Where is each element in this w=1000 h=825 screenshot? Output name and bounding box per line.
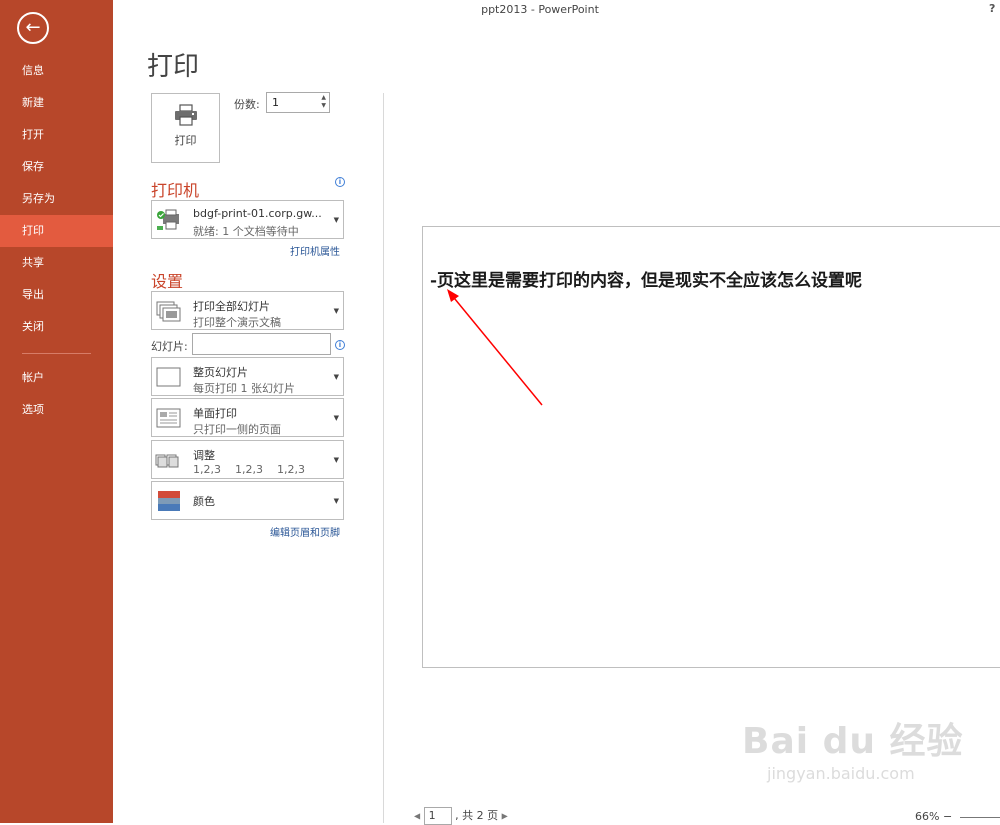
layout-dropdown[interactable]: 整页幻灯片 每页打印 1 张幻灯片 ▼ [151, 357, 344, 396]
sides-title: 单面打印 [193, 407, 237, 420]
nav-item-share[interactable]: 共享 [0, 247, 113, 279]
baidu-watermark: Bai du 经验 jingyan.baidu.com [742, 712, 964, 783]
watermark-logo: Bai du 经验 [742, 721, 964, 762]
collated-icon [155, 454, 179, 467]
nav-item-info[interactable]: 信息 [0, 55, 113, 87]
nav-separator [22, 353, 91, 354]
print-button-label: 打印 [174, 134, 197, 147]
zoom-slider[interactable] [959, 816, 1000, 818]
page-navigator: ◀ 1 , 共 2 页 ▶ [414, 807, 508, 825]
all-slides-icon [156, 301, 181, 321]
page-title: 打印 [147, 52, 200, 82]
color-swatch-icon [158, 490, 180, 511]
nav-item-print[interactable]: 打印 [0, 215, 113, 247]
sides-sub: 只打印一侧的页面 [193, 423, 281, 436]
page-total: , 共 2 页 [455, 809, 499, 822]
slides-input[interactable] [192, 333, 331, 355]
layout-sub: 每页打印 1 张幻灯片 [193, 382, 295, 395]
printer-icon [174, 104, 197, 126]
help-icon[interactable]: ? [989, 2, 995, 15]
print-range-sub: 打印整个演示文稿 [193, 316, 281, 329]
printer-ready-icon [157, 209, 179, 230]
zoom-control: 66% − [915, 810, 1000, 823]
printer-properties-link[interactable]: 打印机属性 [290, 243, 340, 258]
printer-dropdown[interactable]: bdgf-print-01.corp.gw... 就绪: 1 个文档等待中 ▼ [151, 200, 344, 239]
chevron-down-icon: ▼ [333, 496, 339, 505]
collate-sub: 1,2,3 1,2,3 1,2,3 [193, 463, 305, 476]
chevron-down-icon: ▼ [333, 413, 339, 422]
print-range-dropdown[interactable]: 打印全部幻灯片 打印整个演示文稿 ▼ [151, 291, 344, 330]
red-arrow-annotation [447, 289, 543, 406]
panel-divider [383, 93, 384, 823]
collate-dropdown[interactable]: 调整 1,2,3 1,2,3 1,2,3 ▼ [151, 440, 344, 479]
nav-item-options[interactable]: 选项 [0, 394, 113, 426]
chevron-down-icon: ▼ [333, 372, 339, 381]
nav-item-save-as[interactable]: 另存为 [0, 183, 113, 215]
copies-value: 1 [272, 96, 279, 109]
nav-item-open[interactable]: 打开 [0, 119, 113, 151]
print-range-title: 打印全部幻灯片 [193, 300, 270, 313]
zoom-out-button[interactable]: − [943, 810, 952, 823]
nav-item-new[interactable]: 新建 [0, 87, 113, 119]
chevron-down-icon: ▼ [333, 455, 339, 464]
nav-item-save[interactable]: 保存 [0, 151, 113, 183]
one-sided-icon [156, 408, 181, 427]
watermark-url: jingyan.baidu.com [767, 764, 915, 783]
layout-title: 整页幻灯片 [193, 366, 248, 379]
print-button[interactable]: 打印 [151, 93, 220, 163]
slides-label: 幻灯片: [151, 340, 188, 353]
sides-dropdown[interactable]: 单面打印 只打印一侧的页面 ▼ [151, 398, 344, 437]
chevron-down-icon: ▼ [333, 215, 339, 224]
copies-stepper[interactable]: 1 ▲ ▼ [266, 92, 330, 113]
copies-label: 份数: [234, 98, 260, 111]
printer-status: 就绪: 1 个文档等待中 [193, 225, 299, 238]
window-title: ppt2013 - PowerPoint [481, 3, 599, 16]
back-arrow-icon[interactable]: ← [17, 12, 49, 44]
collate-title: 调整 [193, 449, 215, 462]
printer-info-icon[interactable]: i [335, 177, 345, 187]
full-page-slide-icon [156, 367, 181, 386]
printer-section-title: 打印机 [151, 181, 200, 200]
settings-section-title: 设置 [151, 272, 184, 291]
color-title: 颜色 [193, 494, 215, 508]
spin-arrows-icon[interactable]: ▲ ▼ [321, 94, 326, 110]
chevron-down-icon: ▼ [333, 306, 339, 315]
backstage-nav: ← 信息 新建 打开 保存 另存为 打印 共享 导出 关闭 帐户 选项 [0, 0, 113, 823]
page-number-input[interactable]: 1 [423, 807, 452, 825]
nav-item-close[interactable]: 关闭 [0, 311, 113, 343]
prev-page-icon[interactable]: ◀ [414, 812, 420, 821]
edit-header-footer-link[interactable]: 编辑页眉和页脚 [270, 524, 340, 539]
nav-item-export[interactable]: 导出 [0, 279, 113, 311]
nav-item-account[interactable]: 帐户 [0, 362, 113, 394]
slides-info-icon[interactable]: i [335, 340, 345, 350]
printer-name: bdgf-print-01.corp.gw... [193, 207, 322, 220]
zoom-value: 66% [915, 810, 940, 823]
color-dropdown[interactable]: 颜色 ▼ [151, 481, 344, 520]
next-page-icon[interactable]: ▶ [502, 812, 508, 821]
